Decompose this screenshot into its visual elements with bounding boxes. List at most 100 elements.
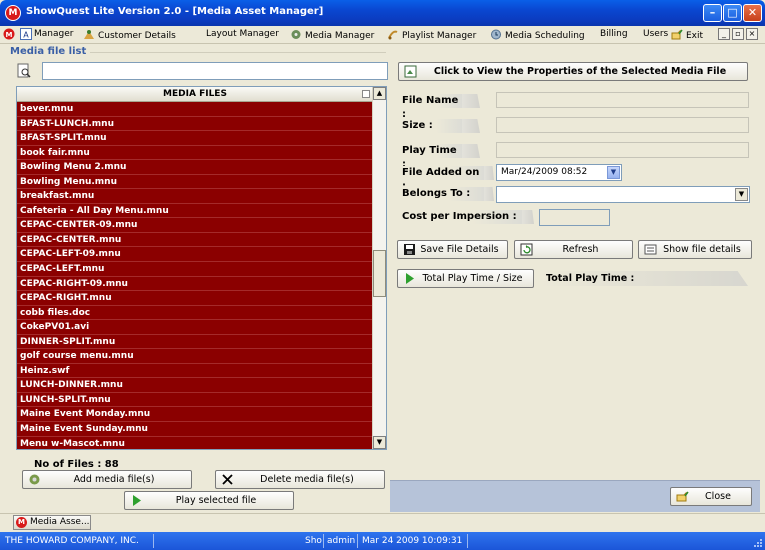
- menu-customer-label: Customer Details: [98, 31, 176, 41]
- total-play-time-button[interactable]: Total Play Time / Size: [397, 269, 534, 288]
- list-item[interactable]: Maine Event Monday.mnu: [17, 407, 373, 423]
- menu-billing-label: Billing: [600, 29, 628, 39]
- list-item[interactable]: CEPAC-CENTER.mnu: [17, 233, 373, 248]
- menu-exit[interactable]: Exit: [671, 29, 703, 41]
- file-properties-panel: Click to View the Properties of the Sele…: [390, 46, 760, 512]
- status-datetime: Mar 24 2009 10:09:31: [362, 536, 463, 546]
- menu-exit-label: Exit: [686, 31, 704, 41]
- list-item[interactable]: CEPAC-LEFT.mnu: [17, 262, 373, 277]
- menu-billing[interactable]: Billing: [600, 29, 628, 39]
- menu-layout-label: Layout Manager: [206, 29, 279, 39]
- group-divider: [80, 52, 386, 53]
- save-file-details-button[interactable]: Save File Details: [397, 240, 508, 259]
- scroll-down-button[interactable]: ▼: [373, 436, 386, 449]
- app-menu-icon[interactable]: M: [3, 28, 15, 40]
- play-time-label: Play Time :: [398, 144, 462, 170]
- list-item[interactable]: Bowling Menu 2.mnu: [17, 160, 373, 175]
- close-button[interactable]: Close: [670, 487, 752, 506]
- list-item[interactable]: Heinz.swf: [17, 364, 373, 379]
- file-added-date-picker[interactable]: Mar/24/2009 08:52 ▼: [496, 164, 622, 181]
- media-files-header-label: MEDIA FILES: [163, 89, 227, 99]
- menu-scheduling-label: Media Scheduling: [505, 31, 585, 41]
- search-row: [16, 62, 388, 80]
- list-item[interactable]: Bowling Menu.mnu: [17, 175, 373, 190]
- list-item[interactable]: BFAST-SPLIT.mnu: [17, 131, 373, 146]
- app-abbreviation: Sho: [305, 536, 322, 546]
- chevron-down-icon[interactable]: ▼: [735, 188, 748, 201]
- list-item[interactable]: Menu w-Mascot.mnu: [17, 437, 373, 449]
- add-media-button[interactable]: Add media file(s): [22, 470, 192, 489]
- menu-customer-details[interactable]: Customer Details: [83, 29, 176, 41]
- details-icon: [644, 244, 657, 255]
- file-name-label: File Name :: [398, 94, 462, 120]
- list-item[interactable]: breakfast.mnu: [17, 189, 373, 204]
- list-item[interactable]: cobb files.doc: [17, 306, 373, 321]
- menu-layout-manager[interactable]: Layout Manager: [206, 29, 279, 39]
- file-count-label: No of Files : 88: [34, 459, 119, 470]
- list-item[interactable]: CEPAC-RIGHT-09.mnu: [17, 277, 373, 292]
- list-item[interactable]: CokePV01.avi: [17, 320, 373, 335]
- media-asset-task-button[interactable]: M Media Asse...: [13, 515, 91, 530]
- list-item[interactable]: book fair.mnu: [17, 146, 373, 161]
- menu-manager-label: Manager: [34, 29, 74, 39]
- refresh-button[interactable]: Refresh: [514, 240, 633, 259]
- list-item[interactable]: CEPAC-CENTER-09.mnu: [17, 218, 373, 233]
- resize-grip-icon[interactable]: [753, 538, 763, 548]
- show-file-details-button[interactable]: Show file details: [638, 240, 752, 259]
- list-item[interactable]: Maine Event Sunday.mnu: [17, 422, 373, 437]
- letter-a-icon[interactable]: A: [20, 28, 33, 40]
- mdi-task-area: M Media Asse...: [0, 513, 765, 531]
- maximize-button[interactable]: □: [723, 4, 742, 22]
- minimize-button[interactable]: –: [703, 4, 722, 22]
- media-files-list[interactable]: MEDIA FILES bever.mnu BFAST-LUNCH.mnu BFAS…: [16, 86, 387, 450]
- list-item[interactable]: CEPAC-RIGHT.mnu: [17, 291, 373, 306]
- scheduling-icon: [491, 29, 501, 40]
- menu-users[interactable]: Users: [643, 29, 668, 39]
- scroll-thumb[interactable]: [373, 250, 386, 297]
- view-properties-button[interactable]: Click to View the Properties of the Sele…: [398, 62, 748, 81]
- belongs-to-label: Belongs To :: [398, 187, 484, 201]
- file-rows: bever.mnu BFAST-LUNCH.mnu BFAST-SPLIT.mnu b…: [17, 102, 373, 449]
- close-label: Close: [705, 491, 731, 502]
- mdi-restore-button[interactable]: ▫: [732, 28, 744, 40]
- menu-manager[interactable]: Manager: [34, 29, 73, 39]
- list-item[interactable]: CEPAC-LEFT-09.mnu: [17, 247, 373, 263]
- list-item[interactable]: LUNCH-SPLIT.mnu: [17, 393, 373, 408]
- chevron-down-icon[interactable]: ▼: [607, 166, 620, 179]
- scroll-up-button[interactable]: ▲: [373, 87, 386, 100]
- search-input[interactable]: [42, 62, 388, 80]
- exit-icon: [676, 491, 689, 502]
- total-play-time-readout: Total Play Time :: [540, 271, 748, 286]
- play-selected-button[interactable]: Play selected file: [124, 491, 294, 510]
- list-item[interactable]: bever.mnu: [17, 102, 373, 117]
- cost-label: Cost per Impersion :: [398, 210, 522, 224]
- list-item[interactable]: DINNER-SPLIT.mnu: [17, 335, 373, 350]
- close-window-button[interactable]: ✕: [743, 4, 762, 22]
- media-file-list-title: Media file list: [10, 46, 91, 57]
- belongs-to-dropdown[interactable]: ▼: [496, 186, 750, 203]
- list-item[interactable]: BFAST-LUNCH.mnu: [17, 117, 373, 132]
- mdi-close-button[interactable]: ×: [746, 28, 758, 40]
- properties-icon: [404, 65, 417, 78]
- play-icon: [406, 273, 414, 284]
- menu-media-scheduling[interactable]: Media Scheduling: [490, 29, 585, 41]
- save-file-details-label: Save File Details: [420, 244, 499, 255]
- status-separator: [153, 534, 154, 548]
- list-item[interactable]: golf course menu.mnu: [17, 349, 373, 364]
- svg-text:A: A: [23, 31, 29, 40]
- menu-playlist-manager[interactable]: Playlist Manager: [387, 29, 476, 41]
- view-properties-label: Click to View the Properties of the Sele…: [433, 66, 727, 77]
- mdi-minimize-button[interactable]: _: [718, 28, 730, 40]
- list-item[interactable]: Cafeteria - All Day Menu.mnu: [17, 204, 373, 219]
- list-scrollbar[interactable]: ▲ ▼: [372, 87, 386, 449]
- menu-media-label: Media Manager: [305, 31, 375, 41]
- delete-media-button[interactable]: Delete media file(s): [215, 470, 385, 489]
- list-item[interactable]: LUNCH-DINNER.mnu: [17, 378, 373, 393]
- filter-icon[interactable]: [362, 90, 370, 98]
- label-tail: [462, 94, 480, 108]
- media-manager-icon: [291, 30, 301, 39]
- cost-input[interactable]: [539, 209, 610, 226]
- menu-media-manager[interactable]: Media Manager: [290, 29, 374, 41]
- play-time-value: [496, 142, 749, 158]
- media-files-header[interactable]: MEDIA FILES: [17, 87, 373, 102]
